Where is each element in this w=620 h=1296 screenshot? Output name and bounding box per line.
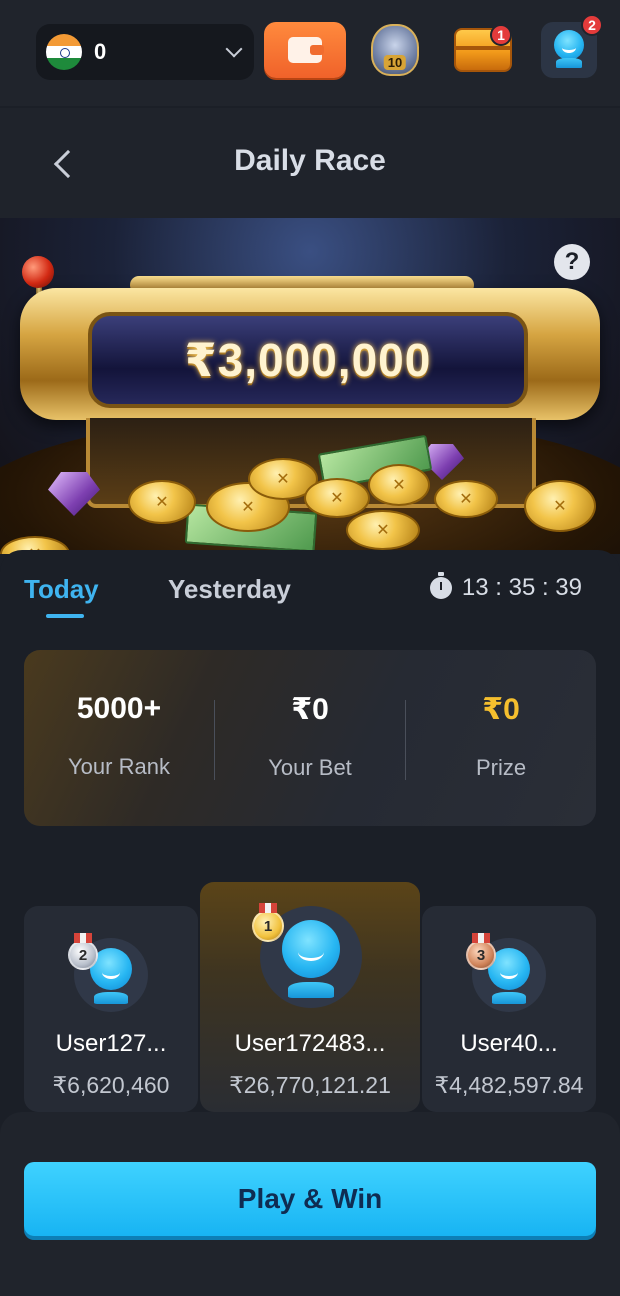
stat-rank: 5000+ Your Rank: [24, 650, 214, 826]
wallet-button[interactable]: [264, 22, 346, 78]
prize-label: Prize: [475, 755, 527, 780]
top-bar: 0 10 1 2: [0, 0, 620, 106]
currency-selector[interactable]: 0: [36, 24, 254, 80]
stat-prize: ₹0 Prize: [406, 650, 596, 826]
player-name: User127...: [55, 1030, 167, 1057]
active-tab-indicator: [46, 614, 84, 618]
lever-knob-icon: [22, 256, 54, 288]
rank-number: 1: [263, 917, 273, 935]
india-flag-icon: [46, 34, 82, 70]
coin-icon: [128, 480, 196, 524]
bronze-medal-icon: 3: [466, 933, 496, 970]
avatar-face-icon: [554, 30, 584, 60]
chest-notification-badge: 1: [490, 24, 512, 46]
coin-icon: [304, 478, 370, 518]
coin-icon: [368, 464, 430, 506]
stopwatch-icon: [429, 572, 452, 599]
timer-value: 13 : 35 : 39: [461, 574, 582, 601]
stat-bet: ₹0 Your Bet: [215, 650, 405, 826]
coin-icon: [524, 480, 596, 532]
rank-number: 3: [476, 946, 486, 964]
podium-first[interactable]: 1 User172483... ₹26,770,121.21: [200, 882, 420, 1112]
player-name: User40...: [460, 1030, 558, 1057]
play-and-win-button[interactable]: Play & Win: [24, 1162, 596, 1236]
player-amount: ₹4,482,597.84: [434, 1072, 584, 1098]
profile-button[interactable]: 2: [538, 14, 603, 82]
avatar: 2: [541, 14, 603, 78]
silver-medal-icon: 2: [68, 933, 98, 970]
coin-icon: [434, 480, 498, 518]
tab-yesterday[interactable]: Yesterday: [168, 574, 291, 605]
rank-value: 5000+: [76, 692, 162, 725]
podium-second[interactable]: 2 User127... ₹6,620,460: [24, 906, 198, 1112]
countdown-timer: 13 : 35 : 39: [429, 572, 582, 602]
balance-amount: 0: [94, 39, 107, 64]
podium-third[interactable]: 3 User40... ₹4,482,597.84: [422, 906, 596, 1112]
rewards-chest-button[interactable]: 1: [452, 18, 514, 82]
my-stats-card: 5000+ Your Rank ₹0 Your Bet ₹0 Prize: [24, 650, 596, 826]
bet-value: ₹0: [291, 693, 329, 726]
rank-label: Your Rank: [68, 754, 170, 779]
pot-label: 10: [383, 55, 407, 70]
jackpot-amount: ₹3,000,000: [184, 334, 432, 386]
bet-label: Your Bet: [268, 755, 352, 780]
player-amount: ₹26,770,121.21: [229, 1072, 391, 1098]
rank-number: 2: [78, 946, 88, 964]
bottom-action-bar: Play & Win: [0, 1112, 620, 1296]
chevron-down-icon: [225, 40, 243, 58]
jackpot-display: ₹3,000,000: [88, 312, 528, 408]
bonus-pot-button[interactable]: 10: [364, 18, 426, 82]
avatar-face-icon: [282, 920, 340, 978]
page-header: Daily Race: [0, 108, 620, 218]
treasure-pot-icon: 10: [371, 24, 419, 76]
page-title: Daily Race: [234, 144, 386, 177]
player-name: User172483...: [234, 1030, 386, 1057]
help-button[interactable]: ?: [554, 244, 590, 280]
treasure-chest-icon: 1: [454, 24, 512, 72]
prize-value: ₹0: [482, 693, 520, 726]
coin-icon: [346, 510, 420, 550]
wallet-icon: [288, 37, 324, 63]
jackpot-banner: ₹3,000,000 ?: [0, 218, 620, 554]
player-amount: ₹6,620,460: [52, 1072, 170, 1098]
tab-today[interactable]: Today: [24, 574, 99, 605]
profile-notification-badge: 2: [581, 14, 603, 36]
gold-medal-icon: 1: [252, 903, 284, 942]
